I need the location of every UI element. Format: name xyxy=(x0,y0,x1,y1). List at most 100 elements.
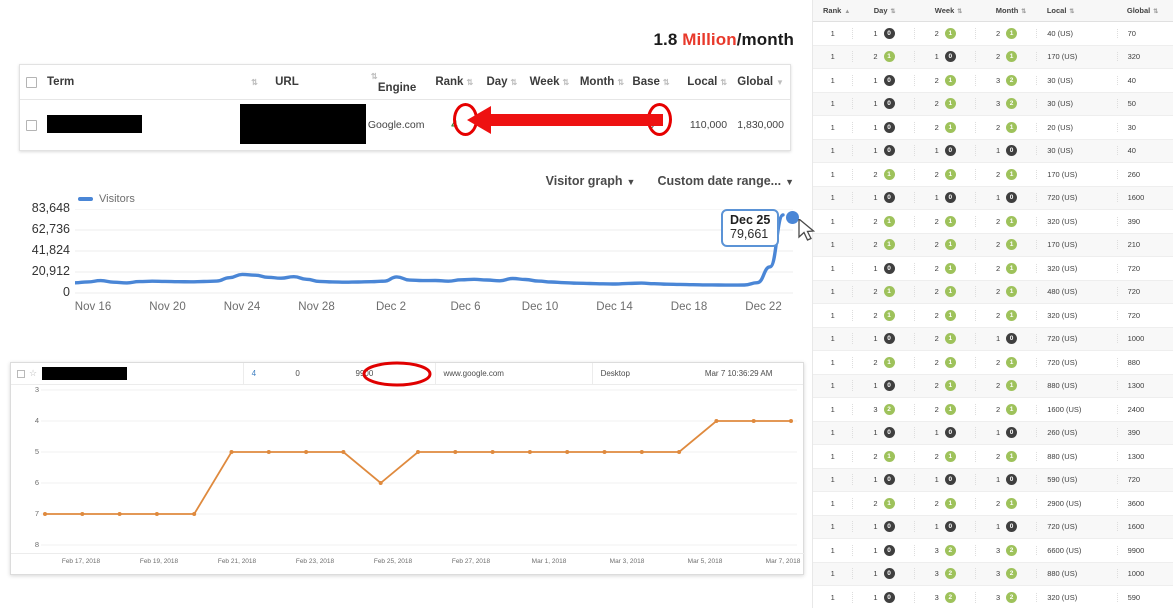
table-row[interactable]: 1 1 0 1 0 1 0 590 (US) 720 xyxy=(813,468,1173,492)
table-row[interactable]: 1 1 0 2 1 2 1 40 (US) 70 xyxy=(813,22,1173,46)
column-base-label: Base xyxy=(632,76,660,88)
table-row[interactable]: 1 2 1 2 1 2 1 170 (US) 260 xyxy=(813,163,1173,187)
table-row[interactable]: 1 2 1 1 0 2 1 170 (US) 320 xyxy=(813,45,1173,69)
cell-rank: 1 xyxy=(830,146,835,156)
cell-day: 10 xyxy=(852,98,913,110)
cell-global: 320 xyxy=(1116,52,1173,62)
legend-label: Visitors xyxy=(99,193,135,205)
x-tick-label: Dec 6 xyxy=(450,301,481,313)
cell-week-value: 2 xyxy=(934,99,939,109)
select-all-checkbox[interactable] xyxy=(26,76,37,88)
table-row[interactable]: 1 1 0 2 1 3 2 30 (US) 40 xyxy=(813,69,1173,93)
table-row[interactable]: 1 2 1 2 1 2 1 720 (US) 880 xyxy=(813,351,1173,375)
visitor-line-chart xyxy=(73,208,793,294)
cell-rank: 1 xyxy=(830,404,835,414)
cell-month-value: 1 xyxy=(995,475,1001,485)
table-row[interactable]: 1 1 0 2 1 2 1 880 (US) 1300 xyxy=(813,374,1173,398)
cell-day-value: 2 xyxy=(873,498,878,508)
cell-day-value: 1 xyxy=(873,122,878,132)
table-row[interactable]: 1 1 0 1 0 1 0 260 (US) 390 xyxy=(813,421,1173,445)
header-week[interactable]: Week ⇅ xyxy=(915,6,976,15)
cell-week-badge: 1 xyxy=(944,380,956,392)
cell-day: 10 xyxy=(852,427,913,439)
header-local[interactable]: Local ⇅ xyxy=(1037,6,1117,15)
date-range-dropdown[interactable]: Custom date range... ▼ xyxy=(657,174,794,188)
cell-rank: 1 xyxy=(830,28,835,38)
cell-day-value: 2 xyxy=(873,451,878,461)
star-icon[interactable]: ☆ xyxy=(29,368,37,379)
table-row[interactable]: 1 2 1 2 1 2 1 170 (US) 210 xyxy=(813,233,1173,257)
cell-day-badge: 1 xyxy=(883,286,895,298)
table-row[interactable]: 1 1 0 2 1 3 2 30 (US) 50 xyxy=(813,92,1173,116)
x-tick-label: Nov 28 xyxy=(298,301,335,313)
cell-day-value: 1 xyxy=(873,146,878,156)
cell-local: 6600 (US) xyxy=(1036,545,1116,555)
header-month[interactable]: Month ⇅ xyxy=(976,6,1037,15)
table-row[interactable]: 1 1 0 3 2 3 2 320 (US) 590 xyxy=(813,586,1173,608)
header-day[interactable]: Day ⇅ xyxy=(854,6,915,15)
table-row[interactable]: 1 2 1 2 1 2 1 320 (US) 390 xyxy=(813,210,1173,234)
table-row[interactable]: Google.com 4 8 110,000 1,830,000 xyxy=(20,100,790,150)
cell-week: 21 xyxy=(913,239,975,251)
x-tick-label: Dec 18 xyxy=(670,301,708,313)
table-row[interactable]: 1 1 0 2 1 1 0 720 (US) 1000 xyxy=(813,327,1173,351)
rank-row-checkbox[interactable] xyxy=(17,369,25,378)
rank-row-header[interactable]: ☆ 4 0 9900 www.google.com Desktop Mar 7 … xyxy=(11,361,803,387)
table-row[interactable]: 1 2 1 2 1 2 1 2900 (US) 3600 xyxy=(813,492,1173,516)
table-row[interactable]: 1 2 1 2 1 2 1 320 (US) 720 xyxy=(813,304,1173,328)
table-row[interactable]: 1 1 0 1 0 1 0 30 (US) 40 xyxy=(813,139,1173,163)
cell-month-value: 3 xyxy=(995,99,1001,109)
table-row[interactable]: 1 1 0 3 2 3 2 6600 (US) 9900 xyxy=(813,539,1173,563)
column-rank[interactable]: Rank ⇅ xyxy=(429,76,480,88)
rank-x-tick-label: Feb 21, 2018 xyxy=(217,558,257,565)
table-row[interactable]: 1 1 0 2 1 2 1 20 (US) 30 xyxy=(813,116,1173,140)
header-global[interactable]: Global ⇅ xyxy=(1117,6,1173,15)
cell-month: 21 xyxy=(974,121,1036,133)
sort-asc-icon: ▲ xyxy=(844,9,851,15)
cell-day-value: 2 xyxy=(873,169,878,179)
column-day[interactable]: Day ⇅ xyxy=(480,76,524,88)
column-base[interactable]: Base ⇅ xyxy=(629,76,673,88)
cell-global: 3600 xyxy=(1116,498,1173,508)
cell-rank: 1 xyxy=(830,569,835,579)
header-day-label: Day xyxy=(873,6,888,15)
cell-day-badge: 1 xyxy=(883,356,895,368)
cell-engine: Google.com xyxy=(367,119,425,131)
cell-day-value: 1 xyxy=(873,193,878,203)
row-checkbox[interactable] xyxy=(26,119,37,131)
column-engine-label: Engine xyxy=(377,82,417,94)
column-engine[interactable]: ⇅ Engine xyxy=(368,70,429,94)
cell-month: 32 xyxy=(974,591,1036,603)
traffic-headline: 1.8 Million/month xyxy=(653,30,794,50)
rank-value-cell: 4 xyxy=(251,369,257,378)
y-tick-label: 20,912 xyxy=(31,264,70,278)
visitor-graph-dropdown[interactable]: Visitor graph ▼ xyxy=(546,174,636,188)
visitor-graph-legend: Visitors xyxy=(78,193,135,205)
cell-global: 50 xyxy=(1116,99,1173,109)
cell-day: 21 xyxy=(852,286,913,298)
cell-month-badge: 1 xyxy=(1006,286,1018,298)
column-url[interactable]: ⇅ URL xyxy=(248,76,368,88)
cell-week: 21 xyxy=(913,286,975,298)
cell-month-badge: 2 xyxy=(1006,591,1018,603)
cell-local: 720 (US) xyxy=(1036,522,1116,532)
visitor-graph-plot xyxy=(73,208,793,294)
column-week[interactable]: Week ⇅ xyxy=(524,76,575,88)
header-rank[interactable]: Rank ▲ xyxy=(813,6,854,15)
table-row[interactable]: 1 1 0 3 2 3 2 880 (US) 1000 xyxy=(813,562,1173,586)
rank-x-tick-label: Mar 3, 2018 xyxy=(609,558,645,565)
cell-month: 21 xyxy=(974,497,1036,509)
cell-week-value: 2 xyxy=(934,451,939,461)
cell-day-badge: 0 xyxy=(883,74,895,86)
table-row[interactable]: 1 2 1 2 1 2 1 480 (US) 720 xyxy=(813,280,1173,304)
table-row[interactable]: 1 2 1 2 1 2 1 880 (US) 1300 xyxy=(813,445,1173,469)
cell-day-badge: 0 xyxy=(883,98,895,110)
table-row[interactable]: 1 1 0 1 0 1 0 720 (US) 1600 xyxy=(813,515,1173,539)
table-row[interactable]: 1 3 2 2 1 2 1 1600 (US) 2400 xyxy=(813,398,1173,422)
column-local[interactable]: Local ⇅ xyxy=(673,76,727,88)
column-month[interactable]: Month ⇅ xyxy=(575,76,629,88)
column-global[interactable]: Global ▼ xyxy=(727,76,784,88)
table-row[interactable]: 1 1 0 2 1 2 1 320 (US) 720 xyxy=(813,257,1173,281)
column-term[interactable]: Term xyxy=(47,76,248,88)
table-row[interactable]: 1 1 0 1 0 1 0 720 (US) 1600 xyxy=(813,186,1173,210)
